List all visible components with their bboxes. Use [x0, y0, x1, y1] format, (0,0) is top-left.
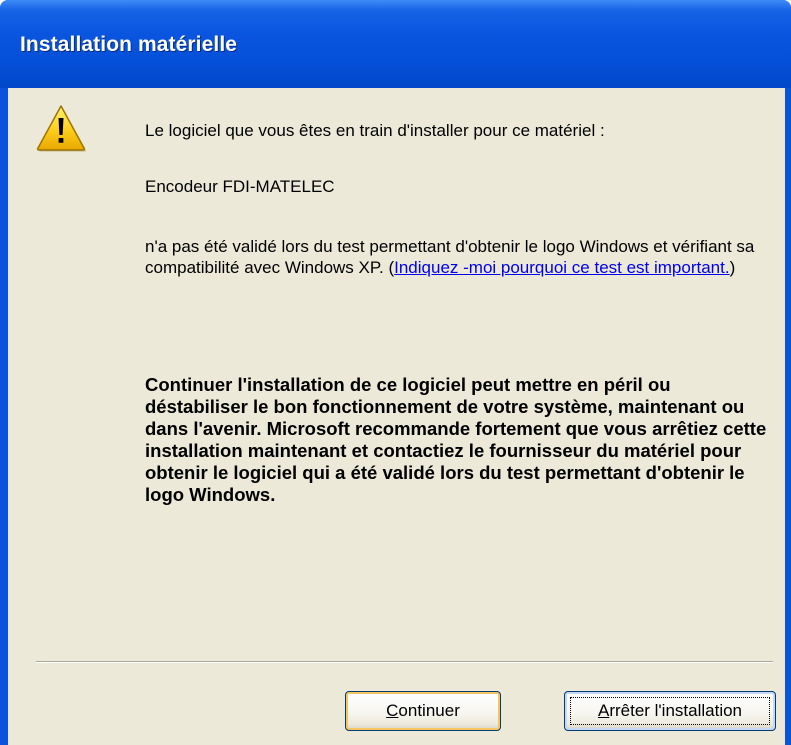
stop-accelerator: A — [597, 701, 610, 720]
intro-text: Le logiciel que vous êtes en train d'ins… — [145, 121, 605, 140]
stop-label-rest: rrêter l'installation — [609, 701, 743, 720]
device-name: Encodeur FDI-MATELEC — [145, 177, 335, 196]
title-bar[interactable]: Installation matérielle — [0, 0, 791, 88]
continue-accelerator: C — [386, 701, 399, 720]
warning-text: Continuer l'installation de ce logiciel … — [145, 374, 767, 505]
continue-button[interactable]: Continuer — [345, 691, 501, 731]
warning-icon — [36, 105, 86, 152]
dialog-window: Installation matérielle Le logiciel que … — [0, 0, 791, 745]
dialog-body: Le logiciel que vous êtes en train d'ins… — [8, 88, 785, 745]
stop-button-label: Arrêter l'installation — [598, 701, 742, 720]
continue-button-label: Continuer — [386, 701, 460, 720]
validation-text-suffix: ) — [729, 258, 736, 277]
separator-line — [36, 661, 773, 663]
validation-text: n'a pas été validé lors du test permetta… — [145, 236, 775, 278]
window-title: Installation matérielle — [20, 33, 238, 56]
why-important-link[interactable]: Indiquez -moi pourquoi ce test est impor… — [394, 258, 729, 277]
continue-label-rest: ontinuer — [398, 701, 460, 720]
stop-installation-button[interactable]: Arrêter l'installation — [564, 691, 776, 731]
